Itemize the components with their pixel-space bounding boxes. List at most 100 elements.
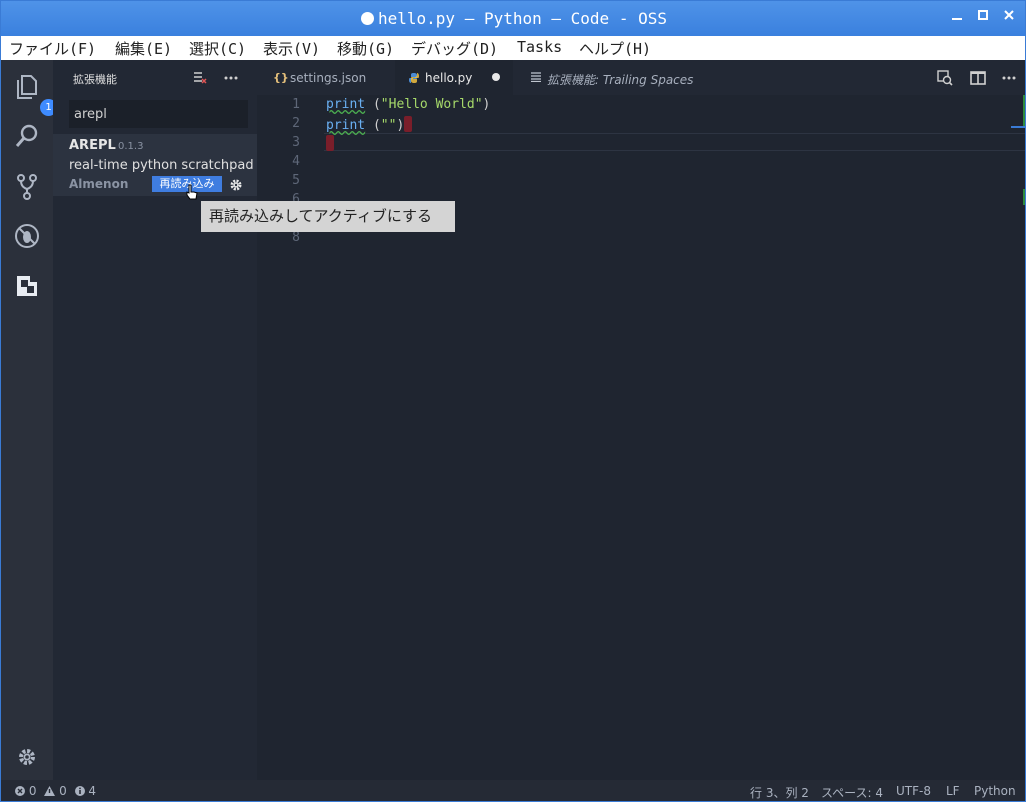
info-count: 4 xyxy=(88,784,97,798)
no-bug-icon xyxy=(15,224,39,248)
encoding-status[interactable]: UTF-8 xyxy=(896,784,931,798)
braces-icon: {} xyxy=(273,71,289,84)
reload-tooltip: 再読み込みしてアクティブにする xyxy=(201,201,455,232)
menu-go[interactable]: 移動(G) xyxy=(337,38,394,59)
menu-selection[interactable]: 選択(C) xyxy=(189,38,246,59)
app-window: hello.py — Python — Code - OSS ファイル(F) 編… xyxy=(0,0,1026,802)
warning-count: 0 xyxy=(59,784,67,798)
error-count: 0 xyxy=(28,784,37,798)
menu-view[interactable]: 表示(V) xyxy=(263,38,320,59)
more-icon xyxy=(224,76,238,80)
line-number: 4 xyxy=(292,154,300,169)
extension-author: Almenon xyxy=(69,177,129,191)
window-title-text: hello.py — Python — Code - OSS xyxy=(378,9,667,28)
error-icon xyxy=(15,786,25,796)
files-icon xyxy=(17,75,37,99)
tab-label: settings.json xyxy=(290,71,367,85)
debug-button[interactable] xyxy=(13,222,41,250)
line-number: 3 xyxy=(292,135,300,150)
search-view-button[interactable] xyxy=(13,122,41,150)
problems-status[interactable]: 0 0 4 xyxy=(15,784,96,798)
overview-ruler-cursor-marker xyxy=(1011,126,1025,128)
extensions-icon xyxy=(17,276,37,296)
sidebar-header: 拡張機能 xyxy=(53,60,257,95)
language-status[interactable]: Python xyxy=(974,784,1016,798)
open-changes-button[interactable] xyxy=(937,70,953,90)
sidebar-more-button[interactable] xyxy=(223,70,239,89)
tab-label: hello.py xyxy=(425,71,473,85)
code-line: print ("") xyxy=(326,116,413,133)
code-string: "Hello World" xyxy=(380,97,483,112)
source-control-button[interactable] xyxy=(13,172,41,200)
open-changes-icon xyxy=(937,70,953,86)
extension-list-item[interactable]: AREPL 0.1.3 real-time python scratchpad … xyxy=(53,134,257,200)
status-bar: 0 0 4 行 3、列 2 スペース: 4 UTF-8 LF Python xyxy=(1,780,1025,801)
split-editor-button[interactable] xyxy=(970,70,986,90)
gear-icon xyxy=(19,749,35,765)
code-paren: ) xyxy=(482,97,491,112)
search-icon xyxy=(15,124,38,147)
tab-label: 拡張機能: Trailing Spaces xyxy=(547,73,694,87)
maximize-button[interactable] xyxy=(972,9,994,24)
extension-name: AREPL xyxy=(69,138,116,153)
window-title: hello.py — Python — Code - OSS xyxy=(1,9,1025,28)
python-icon xyxy=(409,73,419,83)
menu-bar: ファイル(F) 編集(E) 選択(C) 表示(V) 移動(G) デバッグ(D) … xyxy=(1,36,1025,60)
unsaved-dot-icon xyxy=(361,12,374,25)
extension-search-input[interactable] xyxy=(70,101,247,127)
code-line xyxy=(326,135,334,152)
manage-button[interactable] xyxy=(13,743,41,771)
menu-file[interactable]: ファイル(F) xyxy=(9,38,96,59)
title-bar: hello.py — Python — Code - OSS xyxy=(1,1,1025,36)
menu-edit[interactable]: 編集(E) xyxy=(115,38,172,59)
tab-settings-json[interactable]: {} settings.json xyxy=(257,60,395,95)
editor-more-button[interactable] xyxy=(1001,70,1017,89)
indentation-status[interactable]: スペース: 4 xyxy=(821,784,883,801)
extensions-sidebar: 拡張機能 AREPL 0.1.3 real-time python scratc… xyxy=(53,60,257,780)
source-control-icon xyxy=(17,174,37,200)
clear-extensions-button[interactable] xyxy=(193,70,207,89)
menu-debug[interactable]: デバッグ(D) xyxy=(411,38,498,59)
extensions-button[interactable] xyxy=(13,272,41,300)
mouse-cursor xyxy=(186,184,198,204)
code-keyword: print xyxy=(326,97,366,112)
tab-extension-trailing-spaces[interactable]: 拡張機能: Trailing Spaces xyxy=(513,60,723,95)
explorer-button[interactable]: 1 xyxy=(13,72,57,116)
menu-tasks[interactable]: Tasks xyxy=(517,38,562,56)
dirty-dot-icon[interactable] xyxy=(492,73,500,81)
cursor-position-status[interactable]: 行 3、列 2 xyxy=(750,784,809,801)
eol-status[interactable]: LF xyxy=(946,784,960,798)
close-window-button[interactable] xyxy=(998,9,1020,24)
gear-icon xyxy=(230,179,242,191)
code-paren: ( xyxy=(365,97,381,112)
line-number: 5 xyxy=(292,173,300,188)
trailing-space-marker xyxy=(404,116,413,132)
maximize-icon xyxy=(978,10,988,20)
hand-pointer-icon xyxy=(186,184,198,200)
clear-list-icon xyxy=(194,72,207,84)
warning-icon xyxy=(44,786,56,796)
code-editor[interactable]: 1 2 3 4 5 6 7 8 print ("Hello World") pr… xyxy=(257,95,1025,780)
line-number: 2 xyxy=(292,116,300,131)
more-icon xyxy=(1002,76,1016,80)
tab-hello-py[interactable]: hello.py xyxy=(395,60,513,95)
extension-search-box xyxy=(69,100,248,128)
line-number: 8 xyxy=(292,230,300,245)
code-string: "" xyxy=(380,118,397,133)
extension-settings-button[interactable] xyxy=(229,177,243,196)
code-line: print ("Hello World") xyxy=(326,97,490,112)
extension-description: real-time python scratchpad xyxy=(69,158,254,173)
trailing-space-marker xyxy=(326,135,334,151)
menu-help[interactable]: ヘルプ(H) xyxy=(579,38,651,59)
close-icon xyxy=(1004,10,1014,20)
sidebar-title: 拡張機能 xyxy=(73,73,117,86)
code-paren: ( xyxy=(365,118,381,133)
minimize-button[interactable] xyxy=(946,9,968,24)
code-paren: ) xyxy=(396,118,405,133)
info-icon xyxy=(74,786,85,796)
editor-tab-bar: {} settings.json hello.py 拡張機能: Trailing… xyxy=(257,60,1025,95)
current-line-highlight xyxy=(324,133,1025,151)
code-keyword: print xyxy=(326,118,366,133)
list-icon xyxy=(531,72,541,82)
split-editor-icon xyxy=(970,71,986,85)
